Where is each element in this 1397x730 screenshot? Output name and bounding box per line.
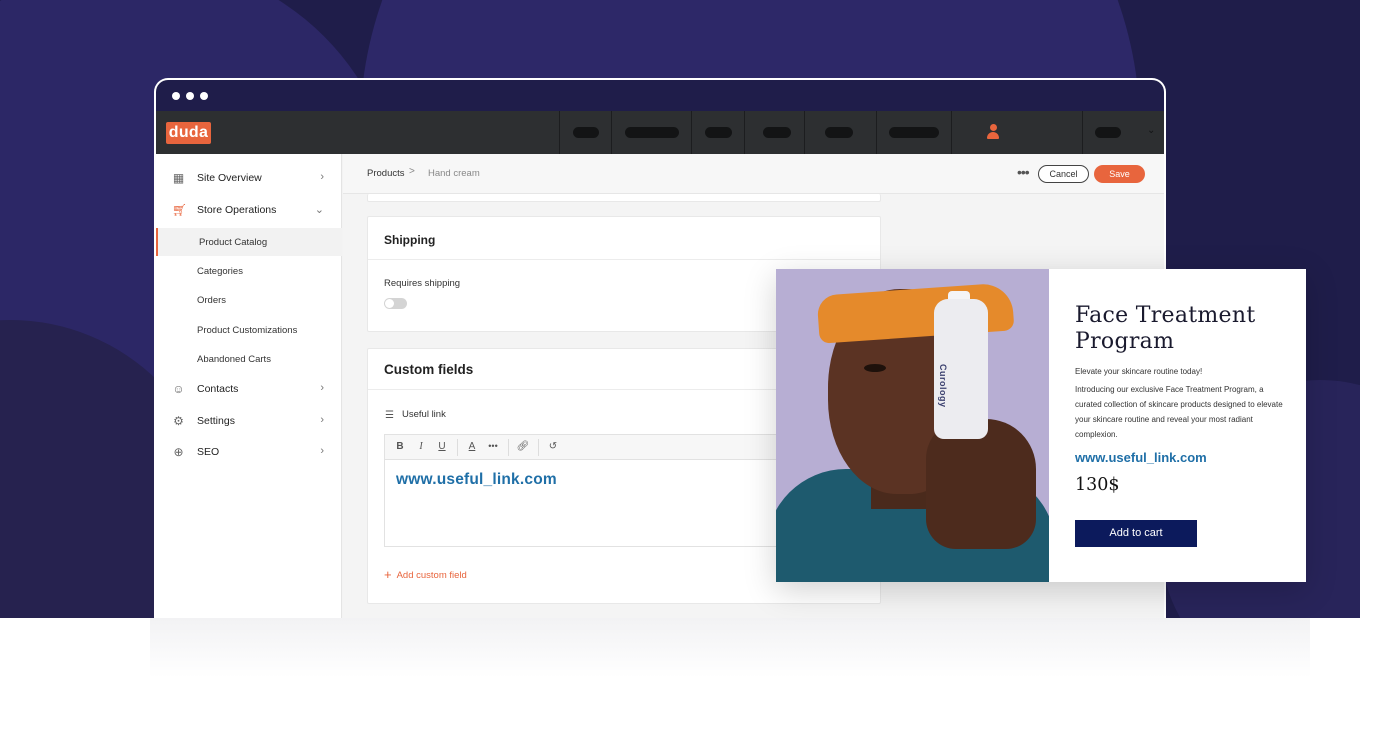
- sidebar-subitem-label: Product Catalog: [199, 237, 268, 248]
- topbar-tab[interactable]: [744, 111, 804, 154]
- underline-button[interactable]: U: [435, 441, 449, 452]
- chevron-right-icon: ›: [320, 382, 324, 394]
- app-topbar: duda ⌄: [156, 111, 1164, 154]
- text-field-icon: ☰: [385, 410, 394, 421]
- topbar-tab[interactable]: [804, 111, 876, 154]
- add-custom-field-button[interactable]: + Add custom field: [384, 567, 467, 582]
- chevron-right-icon: >: [409, 166, 415, 177]
- window-dot: [172, 92, 180, 100]
- undo-icon[interactable]: ↺: [546, 441, 560, 452]
- sidebar-subitem-label: Orders: [197, 295, 227, 306]
- sidebar-item-label: SEO: [197, 446, 220, 458]
- breadcrumb-products-link[interactable]: Products: [367, 168, 405, 179]
- seo-icon: ⊕: [173, 445, 184, 459]
- duda-logo[interactable]: duda: [166, 122, 211, 144]
- user-icon: [987, 124, 999, 140]
- sidebar-item-seo[interactable]: ⊕ SEO ›: [156, 439, 342, 467]
- product-description: Introducing our exclusive Face Treatment…: [1075, 385, 1283, 439]
- more-options-icon[interactable]: •••: [1017, 164, 1030, 180]
- product-tagline: Elevate your skincare routine today!: [1075, 367, 1203, 376]
- italic-button[interactable]: I: [414, 441, 428, 452]
- product-preview-card: Curology Face Treatment Program Elevate …: [776, 269, 1306, 582]
- cart-icon: 🛒︎: [172, 203, 188, 217]
- previous-card-edge: [367, 194, 881, 202]
- gear-icon: ⚙: [173, 414, 184, 428]
- sidebar-item-label: Settings: [197, 415, 235, 427]
- topbar-tab[interactable]: [691, 111, 744, 154]
- sidebar-subitem-label: Abandoned Carts: [197, 354, 271, 365]
- chevron-right-icon: ›: [320, 445, 324, 457]
- requires-shipping-toggle[interactable]: [384, 298, 407, 309]
- breadcrumb: Products > Hand cream ••• Cancel Save: [343, 154, 1164, 194]
- add-custom-field-label: Add custom field: [396, 570, 467, 581]
- text-color-button[interactable]: A: [465, 441, 479, 452]
- sidebar-subitem-abandoned-carts[interactable]: Abandoned Carts: [156, 345, 342, 373]
- sidebar: ▦ Site Overview › 🛒︎ Store Operations ⌄ …: [156, 154, 342, 618]
- window-titlebar: [156, 80, 1164, 111]
- bold-button[interactable]: B: [393, 441, 407, 452]
- plus-icon: +: [384, 567, 392, 582]
- sidebar-subitem-product-catalog[interactable]: Product Catalog: [156, 228, 342, 256]
- topbar-tab[interactable]: [876, 111, 951, 154]
- sidebar-subitem-label: Product Customizations: [197, 325, 298, 336]
- useful-link-label: Useful link: [402, 409, 446, 420]
- sidebar-item-settings[interactable]: ⚙ Settings ›: [156, 408, 342, 436]
- users-icon: ☺: [172, 382, 185, 396]
- window-dot: [186, 92, 194, 100]
- bottle-brand-text: Curology: [938, 364, 948, 408]
- topbar-dropdown[interactable]: ⌄: [1082, 111, 1164, 154]
- chevron-down-icon: ⌄: [1147, 125, 1156, 136]
- sidebar-item-label: Contacts: [197, 383, 239, 395]
- sidebar-item-contacts[interactable]: ☺ Contacts ›: [156, 376, 342, 404]
- breadcrumb-current: Hand cream: [428, 168, 480, 179]
- product-photo: Curology: [776, 269, 1049, 582]
- window-dot: [200, 92, 208, 100]
- grid-icon: ▦: [172, 171, 185, 185]
- product-title: Face Treatment Program: [1075, 303, 1256, 354]
- sidebar-subitem-orders[interactable]: Orders: [156, 286, 342, 314]
- sidebar-subitem-product-customizations[interactable]: Product Customizations: [156, 316, 342, 344]
- link-icon[interactable]: 🔗︎: [516, 441, 530, 452]
- sidebar-item-store-operations[interactable]: 🛒︎ Store Operations ⌄: [156, 197, 342, 225]
- custom-fields-title: Custom fields: [384, 362, 474, 377]
- topbar-tab[interactable]: [611, 111, 691, 154]
- sidebar-subitem-label: Categories: [197, 266, 243, 277]
- cancel-button[interactable]: Cancel: [1038, 165, 1089, 183]
- chevron-right-icon: ›: [320, 414, 324, 426]
- product-link[interactable]: www.useful_link.com: [1075, 450, 1207, 465]
- sidebar-subitem-categories[interactable]: Categories: [156, 257, 342, 285]
- product-price: 130$: [1075, 475, 1120, 495]
- save-button[interactable]: Save: [1094, 165, 1145, 183]
- chevron-right-icon: ›: [320, 171, 324, 183]
- shipping-title: Shipping: [384, 233, 436, 247]
- sidebar-item-site-overview[interactable]: ▦ Site Overview ›: [156, 165, 342, 193]
- sidebar-item-label: Store Operations: [197, 204, 277, 216]
- topbar-account[interactable]: [951, 111, 1082, 154]
- add-to-cart-button[interactable]: Add to cart: [1075, 520, 1197, 547]
- requires-shipping-label: Requires shipping: [384, 278, 461, 289]
- editor-link-text[interactable]: www.useful_link.com: [396, 471, 557, 489]
- more-format-button[interactable]: •••: [486, 441, 500, 451]
- topbar-tab[interactable]: [559, 111, 611, 154]
- sidebar-item-label: Site Overview: [197, 172, 262, 184]
- chevron-down-icon: ⌄: [314, 204, 324, 216]
